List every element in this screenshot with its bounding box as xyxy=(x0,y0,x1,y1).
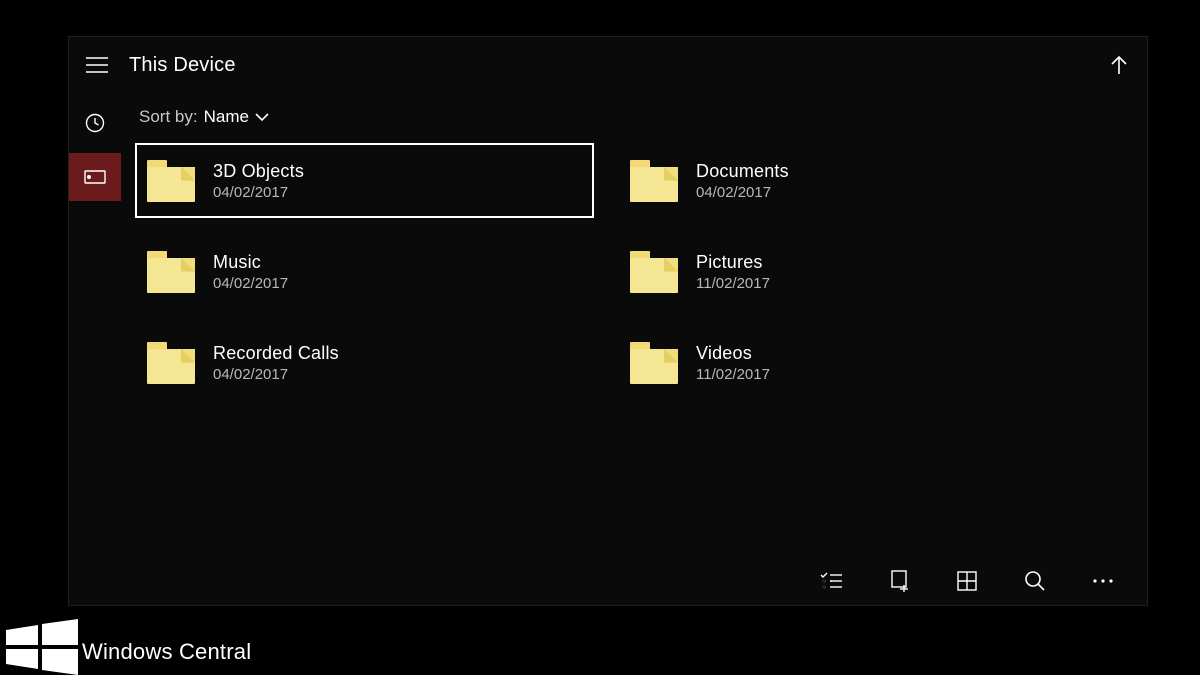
clock-icon xyxy=(85,113,105,133)
folder-name: Pictures xyxy=(696,252,770,273)
watermark-logo xyxy=(6,617,78,675)
folder-date: 11/02/2017 xyxy=(696,275,770,292)
folder-item[interactable]: Pictures 11/02/2017 xyxy=(618,234,1077,309)
new-folder-button[interactable] xyxy=(879,561,919,601)
folder-date: 04/02/2017 xyxy=(213,184,304,201)
chevron-down-icon xyxy=(255,112,269,122)
select-mode-button[interactable] xyxy=(811,561,851,601)
sidebar xyxy=(69,93,121,605)
view-button[interactable] xyxy=(947,561,987,601)
grid-view-icon xyxy=(957,571,977,591)
folder-icon xyxy=(147,251,195,293)
folder-icon xyxy=(147,160,195,202)
folder-item[interactable]: Music 04/02/2017 xyxy=(135,234,594,309)
folder-text: Music 04/02/2017 xyxy=(213,252,288,292)
folder-text: Pictures 11/02/2017 xyxy=(696,252,770,292)
windows-logo-icon xyxy=(6,617,78,675)
command-bar xyxy=(121,557,1147,605)
watermark-text: Windows Central xyxy=(82,639,251,665)
folder-date: 04/02/2017 xyxy=(213,275,288,292)
folder-text: 3D Objects 04/02/2017 xyxy=(213,161,304,201)
folder-date: 11/02/2017 xyxy=(696,366,770,383)
folder-date: 04/02/2017 xyxy=(696,184,789,201)
hamburger-menu-button[interactable] xyxy=(77,45,117,85)
page-title: This Device xyxy=(129,54,236,77)
search-button[interactable] xyxy=(1015,561,1055,601)
folder-icon xyxy=(147,342,195,384)
folder-name: 3D Objects xyxy=(213,161,304,182)
window-frame: This Device Sort by: Name xyxy=(68,36,1148,606)
ellipsis-icon xyxy=(1092,578,1114,584)
folder-date: 04/02/2017 xyxy=(213,366,339,383)
up-navigation-button[interactable] xyxy=(1099,45,1139,85)
folder-name: Videos xyxy=(696,343,770,364)
device-drive-icon xyxy=(84,170,106,184)
folder-name: Music xyxy=(213,252,288,273)
select-list-icon xyxy=(820,572,842,590)
folder-icon xyxy=(630,160,678,202)
folder-item[interactable]: 3D Objects 04/02/2017 xyxy=(135,143,594,218)
folder-item[interactable]: Documents 04/02/2017 xyxy=(618,143,1077,218)
folder-item[interactable]: Videos 11/02/2017 xyxy=(618,325,1077,400)
folder-name: Documents xyxy=(696,161,789,182)
content-area: Sort by: Name 3D Objects 04/02/2017 Docu… xyxy=(121,93,1147,557)
sort-button[interactable]: Sort by: Name xyxy=(135,93,1137,141)
sort-value: Name xyxy=(204,107,249,127)
sidebar-item-recent[interactable] xyxy=(69,99,121,147)
folder-text: Videos 11/02/2017 xyxy=(696,343,770,383)
new-item-icon xyxy=(889,570,909,592)
folder-item[interactable]: Recorded Calls 04/02/2017 xyxy=(135,325,594,400)
search-icon xyxy=(1024,570,1046,592)
more-button[interactable] xyxy=(1083,561,1123,601)
folder-text: Recorded Calls 04/02/2017 xyxy=(213,343,339,383)
header-bar: This Device xyxy=(69,37,1147,93)
arrow-up-icon xyxy=(1110,55,1128,75)
hamburger-icon xyxy=(86,57,108,73)
folder-grid: 3D Objects 04/02/2017 Documents 04/02/20… xyxy=(135,143,1137,400)
folder-text: Documents 04/02/2017 xyxy=(696,161,789,201)
sidebar-item-this-device[interactable] xyxy=(69,153,121,201)
folder-icon xyxy=(630,342,678,384)
sort-label: Sort by: xyxy=(139,107,198,127)
folder-icon xyxy=(630,251,678,293)
folder-name: Recorded Calls xyxy=(213,343,339,364)
